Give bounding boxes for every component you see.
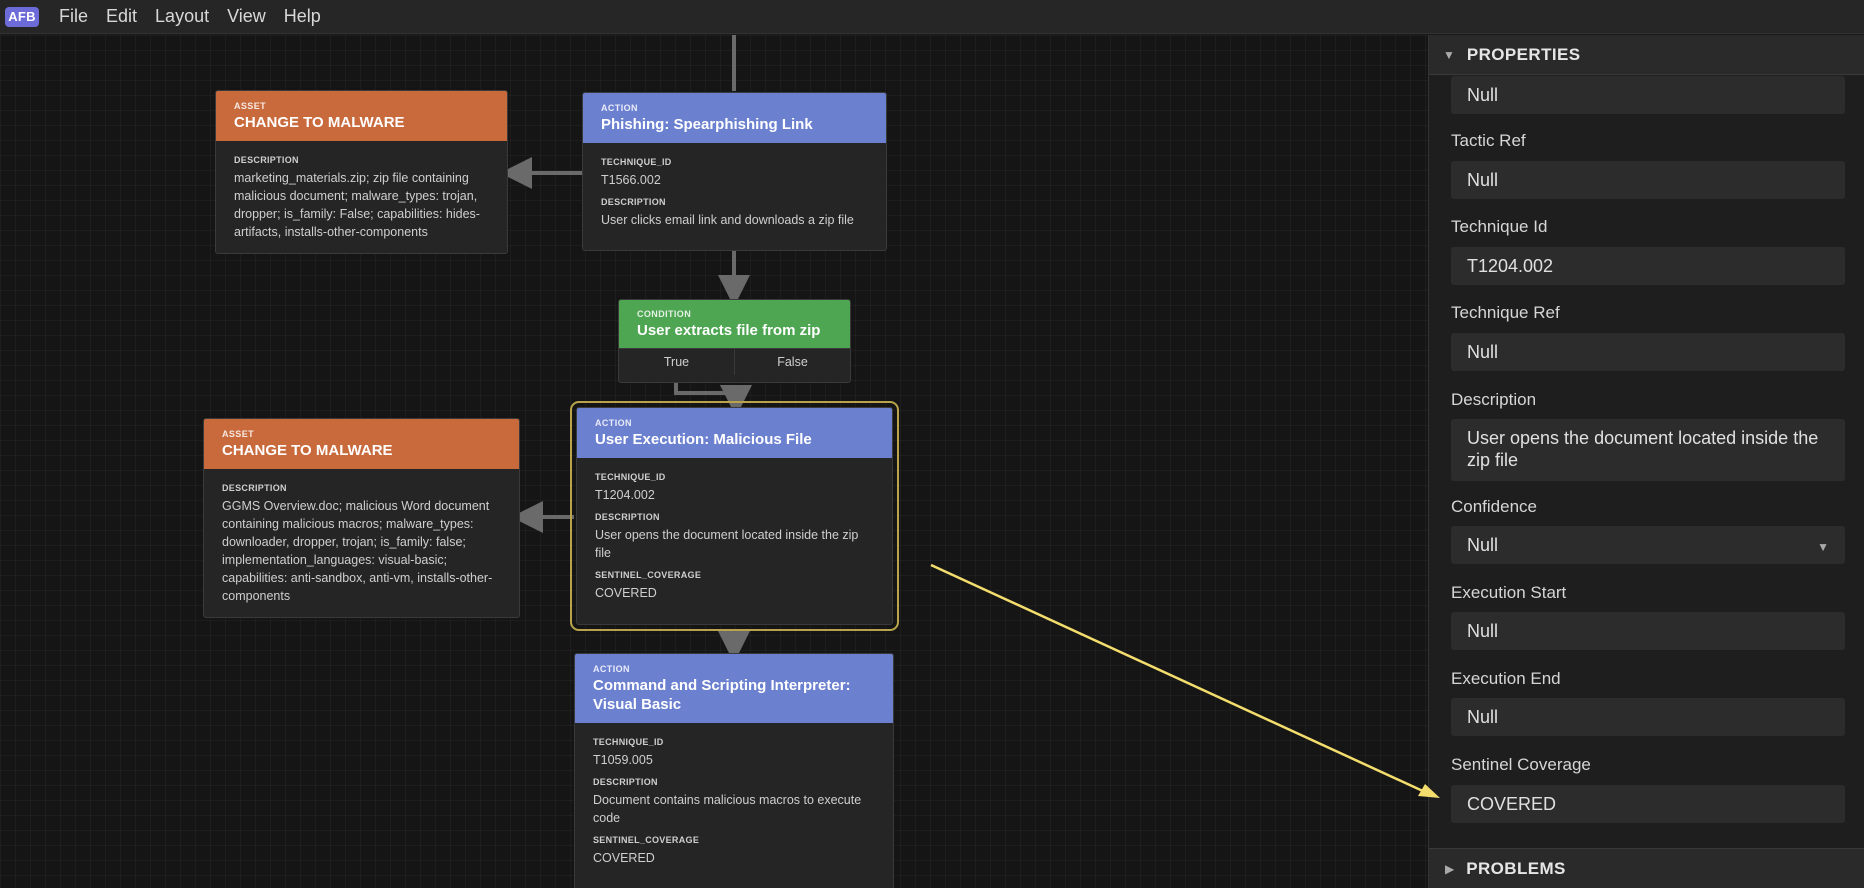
node-title: CHANGE TO MALWARE bbox=[234, 114, 405, 131]
node-type-label: ASSET bbox=[222, 429, 255, 439]
field-key: DESCRIPTION bbox=[595, 512, 660, 522]
menu-layout[interactable]: Layout bbox=[155, 6, 209, 27]
asset-node-header: ASSET CHANGE TO MALWARE bbox=[216, 91, 507, 141]
field-value: COVERED bbox=[595, 586, 657, 600]
action-node-header: ACTION User Execution: Malicious File bbox=[577, 408, 892, 458]
asset-node-header: ASSET CHANGE TO MALWARE bbox=[204, 419, 519, 469]
execution-end-field[interactable]: Null bbox=[1451, 698, 1845, 736]
condition-node[interactable]: CONDITION User extracts file from zip Tr… bbox=[618, 299, 851, 383]
properties-header[interactable]: ▼ PROPERTIES bbox=[1429, 35, 1864, 75]
prop-label-tactic-ref: Tactic Ref bbox=[1451, 131, 1526, 150]
technique-ref-field[interactable]: Null bbox=[1451, 333, 1845, 371]
prop-label-sentinel-coverage: Sentinel Coverage bbox=[1451, 755, 1591, 774]
action-node-phishing[interactable]: ACTION Phishing: Spearphishing Link TECH… bbox=[582, 92, 887, 251]
execution-start-field[interactable]: Null bbox=[1451, 612, 1845, 650]
edge-condition-true-to-action2 bbox=[674, 383, 752, 417]
asset-node-2[interactable]: ASSET CHANGE TO MALWARE DESCRIPTION GGMS… bbox=[203, 418, 520, 618]
expand-triangle-icon[interactable]: ▶ bbox=[1445, 862, 1454, 876]
field-value: User clicks email link and downloads a z… bbox=[601, 213, 854, 227]
node-type-label: CONDITION bbox=[637, 309, 692, 319]
field-value: T1566.002 bbox=[601, 173, 661, 187]
action-node-scripting[interactable]: ACTION Command and Scripting Interpreter… bbox=[574, 653, 894, 888]
chevron-down-icon[interactable]: ▼ bbox=[1817, 536, 1829, 558]
prop-label-confidence: Confidence bbox=[1451, 497, 1538, 516]
node-title: User extracts file from zip bbox=[637, 322, 821, 339]
problems-title: PROBLEMS bbox=[1466, 858, 1566, 878]
confidence-value: Null bbox=[1467, 535, 1499, 555]
field-value: Document contains malicious macros to ex… bbox=[593, 793, 862, 825]
prop-label-technique-id: Technique Id bbox=[1451, 217, 1548, 236]
menu-file[interactable]: File bbox=[59, 6, 88, 27]
app-logo: AFB bbox=[5, 6, 39, 27]
node-title: CHANGE TO MALWARE bbox=[222, 442, 393, 459]
prop-label-execution-end: Execution End bbox=[1451, 669, 1561, 688]
technique-id-field[interactable]: T1204.002 bbox=[1451, 247, 1845, 285]
field-key: DESCRIPTION bbox=[601, 197, 666, 207]
field-key: TECHNIQUE_ID bbox=[595, 472, 666, 482]
prop-label-execution-start: Execution Start bbox=[1451, 583, 1567, 602]
asset-node-1[interactable]: ASSET CHANGE TO MALWARE DESCRIPTION mark… bbox=[215, 90, 508, 254]
field-key: DESCRIPTION bbox=[222, 483, 287, 493]
field-value: marketing_materials.zip; zip file contai… bbox=[234, 171, 480, 239]
description-field[interactable]: User opens the document located inside t… bbox=[1451, 419, 1845, 481]
sentinel-coverage-field[interactable]: COVERED bbox=[1451, 785, 1845, 823]
node-type-label: ASSET bbox=[234, 101, 267, 111]
action-node-header: ACTION Phishing: Spearphishing Link bbox=[583, 93, 886, 143]
field-key: DESCRIPTION bbox=[234, 155, 299, 165]
condition-node-header: CONDITION User extracts file from zip bbox=[619, 300, 850, 348]
node-type-label: ACTION bbox=[601, 103, 638, 113]
field-value: User opens the document located inside t… bbox=[595, 528, 859, 560]
field-key: SENTINEL_COVERAGE bbox=[595, 570, 702, 580]
field-value: GGMS Overview.doc; malicious Word docume… bbox=[222, 499, 493, 603]
action-node-user-execution[interactable]: ACTION User Execution: Malicious File TE… bbox=[570, 401, 899, 631]
menu-bar: AFB File Edit Layout View Help bbox=[0, 0, 1864, 34]
field-key: TECHNIQUE_ID bbox=[601, 157, 672, 167]
node-type-label: ACTION bbox=[593, 664, 630, 674]
field-key: SENTINEL_COVERAGE bbox=[593, 835, 700, 845]
prop-top-value-field[interactable]: Null bbox=[1451, 76, 1845, 114]
condition-branches: True False bbox=[619, 348, 850, 375]
field-value: T1204.002 bbox=[595, 488, 655, 502]
branch-false[interactable]: False bbox=[734, 349, 850, 375]
field-key: DESCRIPTION bbox=[593, 777, 658, 787]
menu-help[interactable]: Help bbox=[284, 6, 321, 27]
prop-label-technique-ref: Technique Ref bbox=[1451, 303, 1560, 322]
collapse-triangle-icon[interactable]: ▼ bbox=[1443, 48, 1455, 62]
action-node-header: ACTION Command and Scripting Interpreter… bbox=[575, 654, 893, 723]
node-title: Command and Scripting Interpreter: Visua… bbox=[593, 677, 851, 713]
field-value: T1059.005 bbox=[593, 753, 653, 767]
node-title: User Execution: Malicious File bbox=[595, 431, 812, 448]
menu-edit[interactable]: Edit bbox=[106, 6, 137, 27]
confidence-select[interactable]: Null ▼ bbox=[1451, 526, 1845, 564]
tactic-ref-field[interactable]: Null bbox=[1451, 161, 1845, 199]
properties-panel: ▼ PROPERTIES Null Tactic Ref Null Techni… bbox=[1428, 35, 1864, 888]
menu-view[interactable]: View bbox=[227, 6, 266, 27]
problems-header[interactable]: ▶ PROBLEMS bbox=[1429, 848, 1864, 888]
field-value: COVERED bbox=[593, 851, 655, 865]
field-key: TECHNIQUE_ID bbox=[593, 737, 664, 747]
node-title: Phishing: Spearphishing Link bbox=[601, 116, 813, 133]
properties-title: PROPERTIES bbox=[1466, 44, 1581, 64]
flow-canvas[interactable]: ASSET CHANGE TO MALWARE DESCRIPTION mark… bbox=[0, 35, 1428, 888]
prop-label-description: Description bbox=[1451, 390, 1537, 409]
branch-true[interactable]: True bbox=[619, 349, 734, 375]
node-type-label: ACTION bbox=[595, 418, 632, 428]
